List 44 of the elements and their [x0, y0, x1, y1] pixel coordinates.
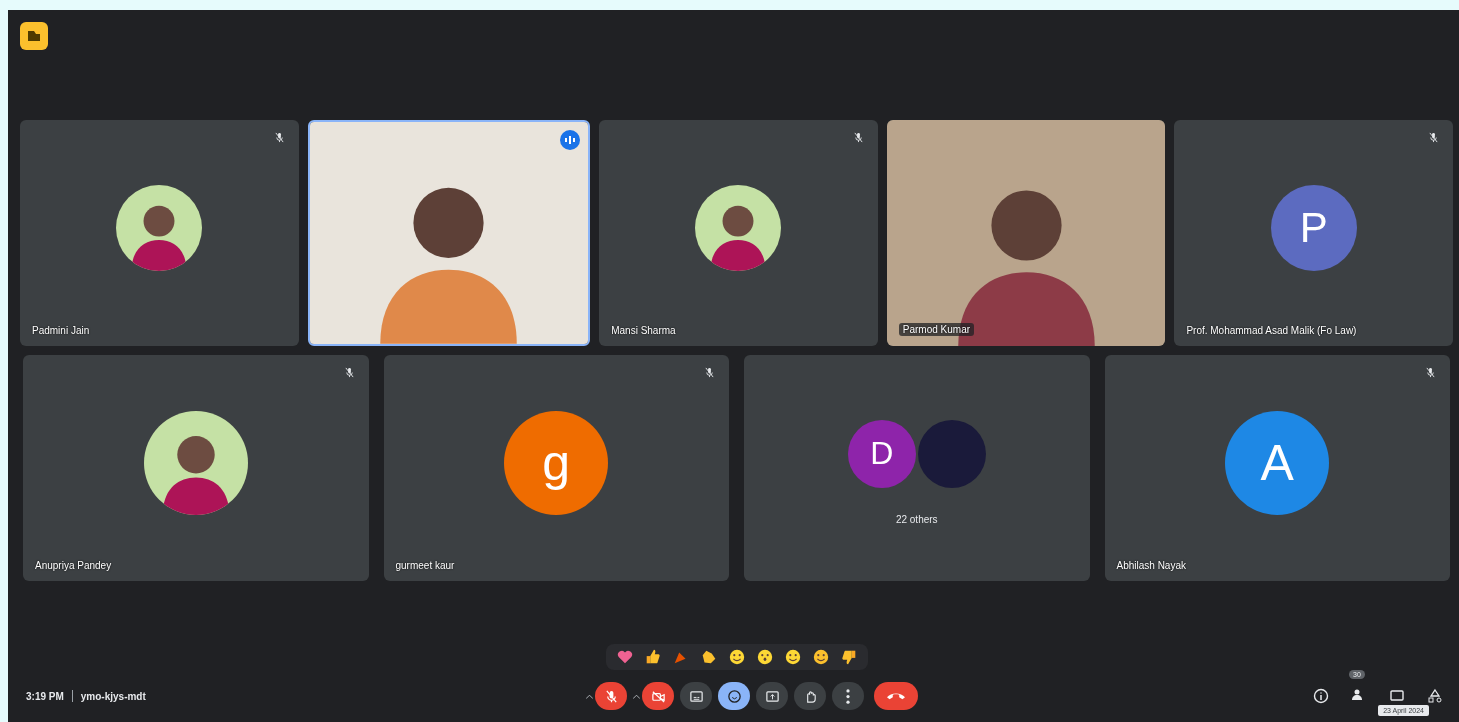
mic-muted-icon	[1425, 367, 1436, 378]
captions-button[interactable]	[680, 682, 712, 710]
mic-button[interactable]	[595, 682, 627, 710]
more-button[interactable]	[832, 682, 864, 710]
participant-name: Padmini Jain	[32, 325, 90, 336]
speaking-indicator-icon	[560, 130, 581, 150]
present-button[interactable]	[756, 682, 788, 710]
avatar-initial: A	[1225, 411, 1330, 515]
smile-emoji-icon[interactable]	[783, 648, 802, 666]
mic-muted-icon	[1427, 132, 1439, 143]
participant-name: Abhilash Nayak	[1116, 560, 1186, 571]
heart-emoji-icon[interactable]	[615, 648, 634, 666]
shapes-icon[interactable]	[1427, 688, 1443, 704]
reactions-button[interactable]	[718, 682, 750, 710]
end-button[interactable]	[874, 682, 918, 710]
avatar-initial: g	[504, 411, 609, 515]
meeting-code: ymo-kjys-mdt	[80, 690, 146, 702]
mic-muted-icon	[852, 132, 864, 143]
phone-icon	[887, 692, 905, 700]
captions-icon	[688, 688, 704, 704]
avatar-initial: D	[847, 419, 916, 488]
surprised-emoji-icon[interactable]	[755, 648, 774, 666]
mic-muted-icon	[343, 367, 355, 378]
participant-name: Anupriya Pandey	[35, 560, 112, 571]
app-logo-icon	[20, 22, 48, 50]
avatar-initial: P	[1270, 185, 1357, 271]
mic-muted-icon	[273, 132, 285, 143]
mic-muted-icon	[704, 367, 715, 378]
participant-name: Mansi Sharma	[611, 325, 676, 336]
caret-icon[interactable]	[633, 693, 640, 699]
more-icon	[846, 688, 850, 704]
participant-name: Prof. Mohammad Asad Malik (Fo Law)	[1186, 325, 1357, 336]
participant-name: gurmeet kaur	[395, 560, 455, 571]
camera-button[interactable]	[642, 682, 674, 710]
info-icon[interactable]	[1313, 688, 1329, 704]
hand-button[interactable]	[794, 682, 826, 710]
participant-name: Parmod Kumar	[898, 323, 975, 336]
caret-icon[interactable]	[586, 693, 593, 699]
others-count: 22 others	[895, 513, 938, 525]
meeting-time: 3:19 PM	[26, 690, 64, 702]
smiley-icon	[726, 688, 742, 704]
chat-icon[interactable]	[1389, 688, 1405, 704]
present-icon	[764, 688, 780, 704]
microphone-icon	[603, 688, 619, 704]
